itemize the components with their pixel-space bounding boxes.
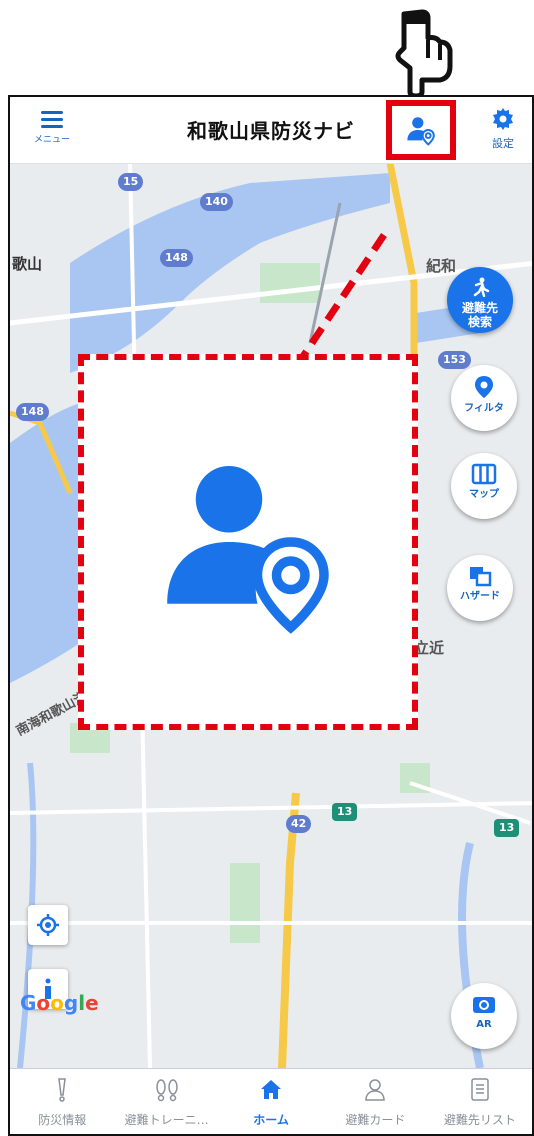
tab-label: 避難トレーニ… bbox=[124, 1113, 209, 1127]
tab-evac-card[interactable]: 避難カード bbox=[323, 1069, 427, 1134]
gear-icon bbox=[493, 108, 513, 130]
bottom-tab-bar: 防災情報 避難トレーニ… ホーム 避難カード 避難先リスト bbox=[10, 1068, 532, 1134]
list-icon bbox=[471, 1078, 489, 1101]
map-book-icon bbox=[471, 463, 497, 485]
tab-label: ホーム bbox=[253, 1113, 289, 1127]
person-location-icon bbox=[407, 117, 435, 146]
phone-screen: 歌山 紀和 立近 南海和歌山港 15 140 148 148 153 13 42… bbox=[8, 95, 534, 1136]
google-attribution: Google bbox=[20, 991, 99, 1015]
map-pin-icon bbox=[475, 376, 493, 398]
current-location-button[interactable] bbox=[28, 905, 68, 945]
filter-button[interactable]: フィルタ bbox=[451, 365, 517, 431]
person-icon bbox=[365, 1079, 386, 1101]
route-shield: 140 bbox=[200, 193, 233, 211]
map-type-label: マップ bbox=[469, 489, 499, 500]
ar-button[interactable]: AR bbox=[451, 983, 517, 1049]
map-label-wakayama: 歌山 bbox=[12, 255, 43, 273]
app-header: メニュー 和歌山県防災ナビ 設定 bbox=[10, 97, 532, 164]
map-type-button[interactable]: マップ bbox=[451, 453, 517, 519]
evac-search-button[interactable]: 避難先検索 bbox=[447, 267, 513, 333]
route-shield: 13 bbox=[494, 819, 520, 837]
route-shield: 148 bbox=[16, 403, 49, 421]
map-label-kiwa: 紀和 bbox=[426, 257, 457, 275]
evac-search-label: 避難先検索 bbox=[461, 301, 498, 329]
route-shield: 42 bbox=[286, 815, 312, 833]
running-person-icon bbox=[473, 277, 490, 298]
tab-evac-list[interactable]: 避難先リスト bbox=[428, 1069, 532, 1134]
settings-button[interactable]: 設定 bbox=[480, 107, 526, 157]
hazard-button[interactable]: ハザード bbox=[447, 555, 513, 621]
filter-label: フィルタ bbox=[464, 403, 504, 414]
pointing-hand-icon bbox=[395, 9, 453, 96]
tab-label: 避難先リスト bbox=[443, 1113, 516, 1127]
hazard-label: ハザード bbox=[460, 591, 500, 602]
settings-label: 設定 bbox=[492, 137, 514, 150]
ar-label: AR bbox=[476, 1019, 492, 1030]
camera-icon bbox=[473, 997, 495, 1013]
route-shield: 148 bbox=[160, 249, 193, 267]
alert-icon bbox=[58, 1078, 67, 1102]
zoomed-profile-icon-callout bbox=[78, 354, 418, 730]
route-shield: 13 bbox=[332, 803, 358, 821]
profile-location-button[interactable] bbox=[386, 100, 456, 160]
route-shield: 15 bbox=[118, 173, 144, 191]
tab-home[interactable]: ホーム bbox=[219, 1069, 323, 1134]
map-label-tachigasaki: 立近 bbox=[414, 639, 445, 657]
route-shield: 153 bbox=[438, 351, 471, 369]
footprints-icon bbox=[155, 1079, 178, 1102]
hazard-layers-icon bbox=[470, 567, 492, 587]
tab-disaster-info[interactable]: 防災情報 bbox=[10, 1069, 114, 1134]
tab-label: 避難カード bbox=[345, 1113, 406, 1127]
tab-evac-training[interactable]: 避難トレーニ… bbox=[114, 1069, 218, 1134]
crosshair-icon bbox=[37, 914, 59, 936]
home-icon bbox=[261, 1080, 282, 1099]
person-location-icon bbox=[167, 466, 329, 634]
tab-label: 防災情報 bbox=[38, 1113, 87, 1127]
